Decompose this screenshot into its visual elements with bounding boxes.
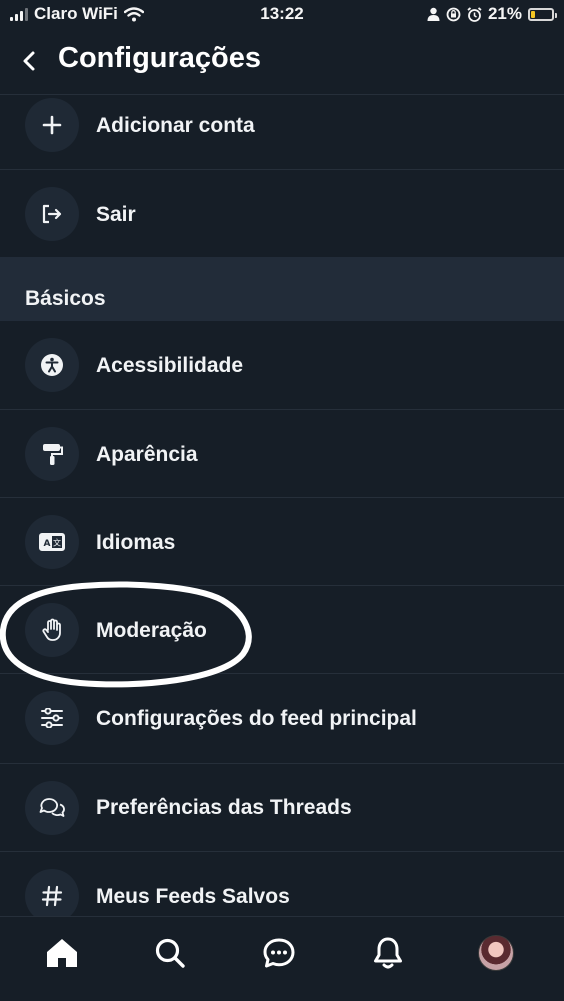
chevron-left-icon	[23, 51, 35, 71]
nav-home[interactable]	[42, 933, 82, 973]
battery-level	[531, 10, 535, 18]
sliders-icon	[41, 708, 63, 728]
moderation-item[interactable]: Moderação	[0, 586, 564, 674]
add-account-label: Adicionar conta	[96, 114, 255, 137]
plus-icon	[42, 115, 62, 135]
search-icon	[155, 938, 185, 968]
home-icon	[47, 939, 77, 967]
hashtag-icon	[41, 885, 63, 907]
accessibility-item[interactable]: Acessibilidade	[0, 322, 564, 410]
saved-feeds-item[interactable]: Meus Feeds Salvos	[0, 852, 564, 923]
orientation-lock-icon	[446, 7, 461, 21]
saved-feeds-label: Meus Feeds Salvos	[96, 885, 290, 908]
thread-preferences-label: Preferências das Threads	[96, 796, 352, 819]
avatar	[478, 935, 514, 971]
logout-label: Sair	[96, 203, 136, 226]
person-icon	[427, 7, 440, 21]
back-button[interactable]	[14, 46, 44, 76]
svg-text:文: 文	[53, 538, 61, 548]
accessibility-icon-circle	[25, 338, 79, 392]
alarm-icon	[467, 6, 482, 22]
moderation-icon-circle	[25, 603, 79, 657]
section-header-basics: Básicos	[0, 257, 564, 321]
home-feed-settings-label: Configurações do feed principal	[96, 707, 417, 730]
logout-icon-circle	[25, 187, 79, 241]
languages-item[interactable]: A文 Idiomas	[0, 498, 564, 586]
thread-preferences-icon-circle	[25, 781, 79, 835]
appearance-icon-circle	[25, 427, 79, 481]
home-feed-settings-item[interactable]: Configurações do feed principal	[0, 674, 564, 764]
add-account-icon-circle	[25, 98, 79, 152]
home-feed-settings-icon-circle	[25, 691, 79, 745]
nav-search[interactable]	[150, 933, 190, 973]
header: Configurações	[0, 28, 564, 95]
paint-roller-icon	[43, 444, 63, 465]
status-right: 21%	[427, 4, 557, 24]
status-bar: Claro WiFi 13:22 21%	[0, 0, 564, 28]
battery-percent: 21%	[487, 4, 522, 23]
appearance-item[interactable]: Aparência	[0, 410, 564, 498]
languages-icon-circle: A文	[25, 515, 79, 569]
hand-icon	[42, 618, 61, 641]
chat-bubbles-icon	[39, 798, 65, 817]
accessibility-label: Acessibilidade	[96, 354, 244, 377]
moderation-label: Moderação	[96, 619, 207, 642]
bell-icon	[374, 937, 402, 969]
nav-profile[interactable]	[476, 933, 516, 973]
appearance-label: Aparência	[96, 443, 198, 466]
languages-label: Idiomas	[96, 531, 176, 554]
page-title: Configurações	[58, 42, 262, 74]
svg-text:A: A	[44, 539, 51, 549]
battery-icon	[528, 7, 557, 21]
nav-chat[interactable]	[259, 933, 299, 973]
thread-preferences-item[interactable]: Preferências das Threads	[0, 764, 564, 852]
language-icon: A文	[39, 533, 65, 551]
add-account-item[interactable]: Adicionar conta	[0, 95, 564, 170]
chat-icon	[263, 938, 295, 968]
accessibility-icon	[41, 354, 63, 376]
nav-notifications[interactable]	[368, 933, 408, 973]
logout-item[interactable]: Sair	[0, 170, 564, 257]
logout-icon	[42, 204, 62, 224]
saved-feeds-icon-circle	[25, 869, 79, 923]
section-title: Básicos	[25, 287, 106, 310]
bottom-navigation	[0, 916, 564, 1001]
